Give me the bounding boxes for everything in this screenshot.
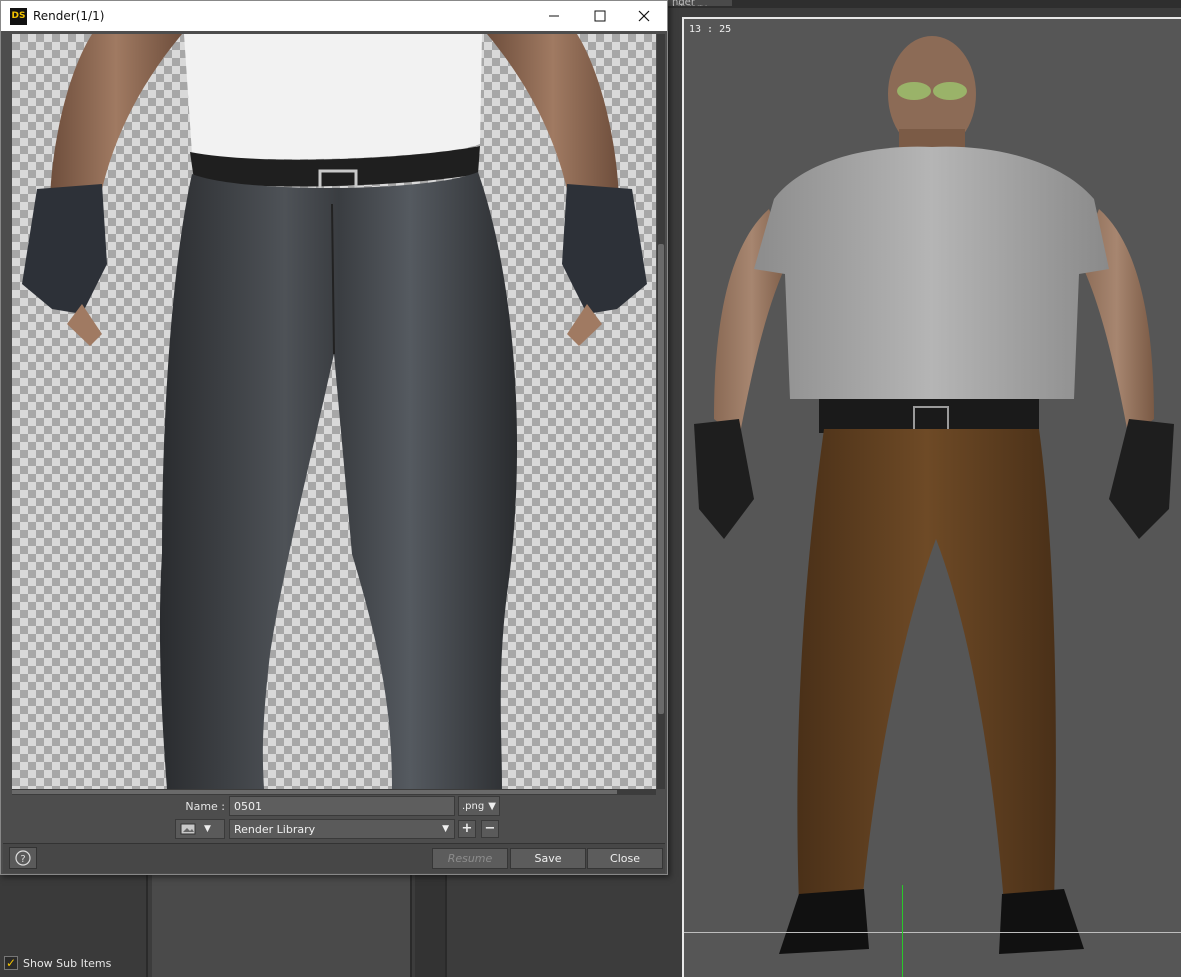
- panel-gutter: [415, 874, 447, 977]
- minimize-button[interactable]: [531, 1, 577, 31]
- save-button[interactable]: Save: [510, 848, 586, 869]
- help-button[interactable]: ?: [9, 847, 37, 869]
- remove-library-button[interactable]: −: [481, 820, 499, 838]
- maximize-icon: [594, 10, 606, 22]
- file-format-select[interactable]: .png ▼: [458, 796, 500, 816]
- chevron-down-icon: ▼: [204, 824, 211, 834]
- minimize-icon: [549, 15, 559, 17]
- dialog-title: Render(1/1): [33, 9, 105, 23]
- tab-render-library[interactable]: nder Library: [668, 0, 732, 6]
- image-destination-select[interactable]: ▼: [175, 819, 225, 839]
- content-thumbnail-panel: [152, 874, 412, 977]
- render-dialog: DS Render(1/1) Name: 0501 .png ▼ ▼ Rend…: [0, 0, 668, 875]
- help-icon: ?: [15, 850, 31, 866]
- ground-horizon-line: [684, 932, 1181, 933]
- horizontal-scrollbar-thumb[interactable]: [12, 790, 617, 794]
- add-library-button[interactable]: +: [458, 820, 476, 838]
- resume-button[interactable]: Resume: [432, 848, 508, 869]
- ds-logo-icon: DS: [10, 7, 27, 25]
- render-library-select[interactable]: Render Library ▼: [229, 819, 455, 839]
- image-icon: [180, 823, 196, 835]
- name-label: Name :: [185, 800, 225, 813]
- show-sub-items-label: Show Sub Items: [23, 956, 112, 970]
- svg-text:?: ?: [20, 854, 25, 865]
- show-sub-items-checkbox[interactable]: ✓ Show Sub Items: [4, 956, 111, 970]
- vertical-scrollbar[interactable]: [657, 34, 665, 789]
- checkbox-checked-icon[interactable]: ✓: [4, 956, 18, 970]
- window-close-button[interactable]: [621, 1, 667, 31]
- render-library-value: Render Library: [234, 822, 316, 836]
- close-icon: [638, 10, 650, 22]
- y-axis-line: [902, 885, 903, 977]
- viewport-figure: [694, 36, 1174, 954]
- file-format-value: .png: [462, 800, 485, 812]
- chevron-down-icon: ▼: [442, 824, 449, 834]
- maximize-button[interactable]: [577, 1, 623, 31]
- horizontal-scrollbar[interactable]: [12, 789, 656, 795]
- close-button[interactable]: Close: [587, 848, 663, 869]
- chevron-down-icon: ▼: [488, 800, 496, 812]
- render-name-input[interactable]: [229, 796, 455, 816]
- 3d-viewport[interactable]: 13 : 25: [682, 17, 1181, 977]
- top-tab-strip: [660, 0, 1181, 8]
- dialog-title-bar[interactable]: DS Render(1/1): [1, 1, 667, 31]
- rendered-figure-image: [22, 34, 647, 789]
- vertical-scrollbar-thumb[interactable]: [658, 244, 664, 714]
- render-image-canvas[interactable]: [12, 34, 656, 789]
